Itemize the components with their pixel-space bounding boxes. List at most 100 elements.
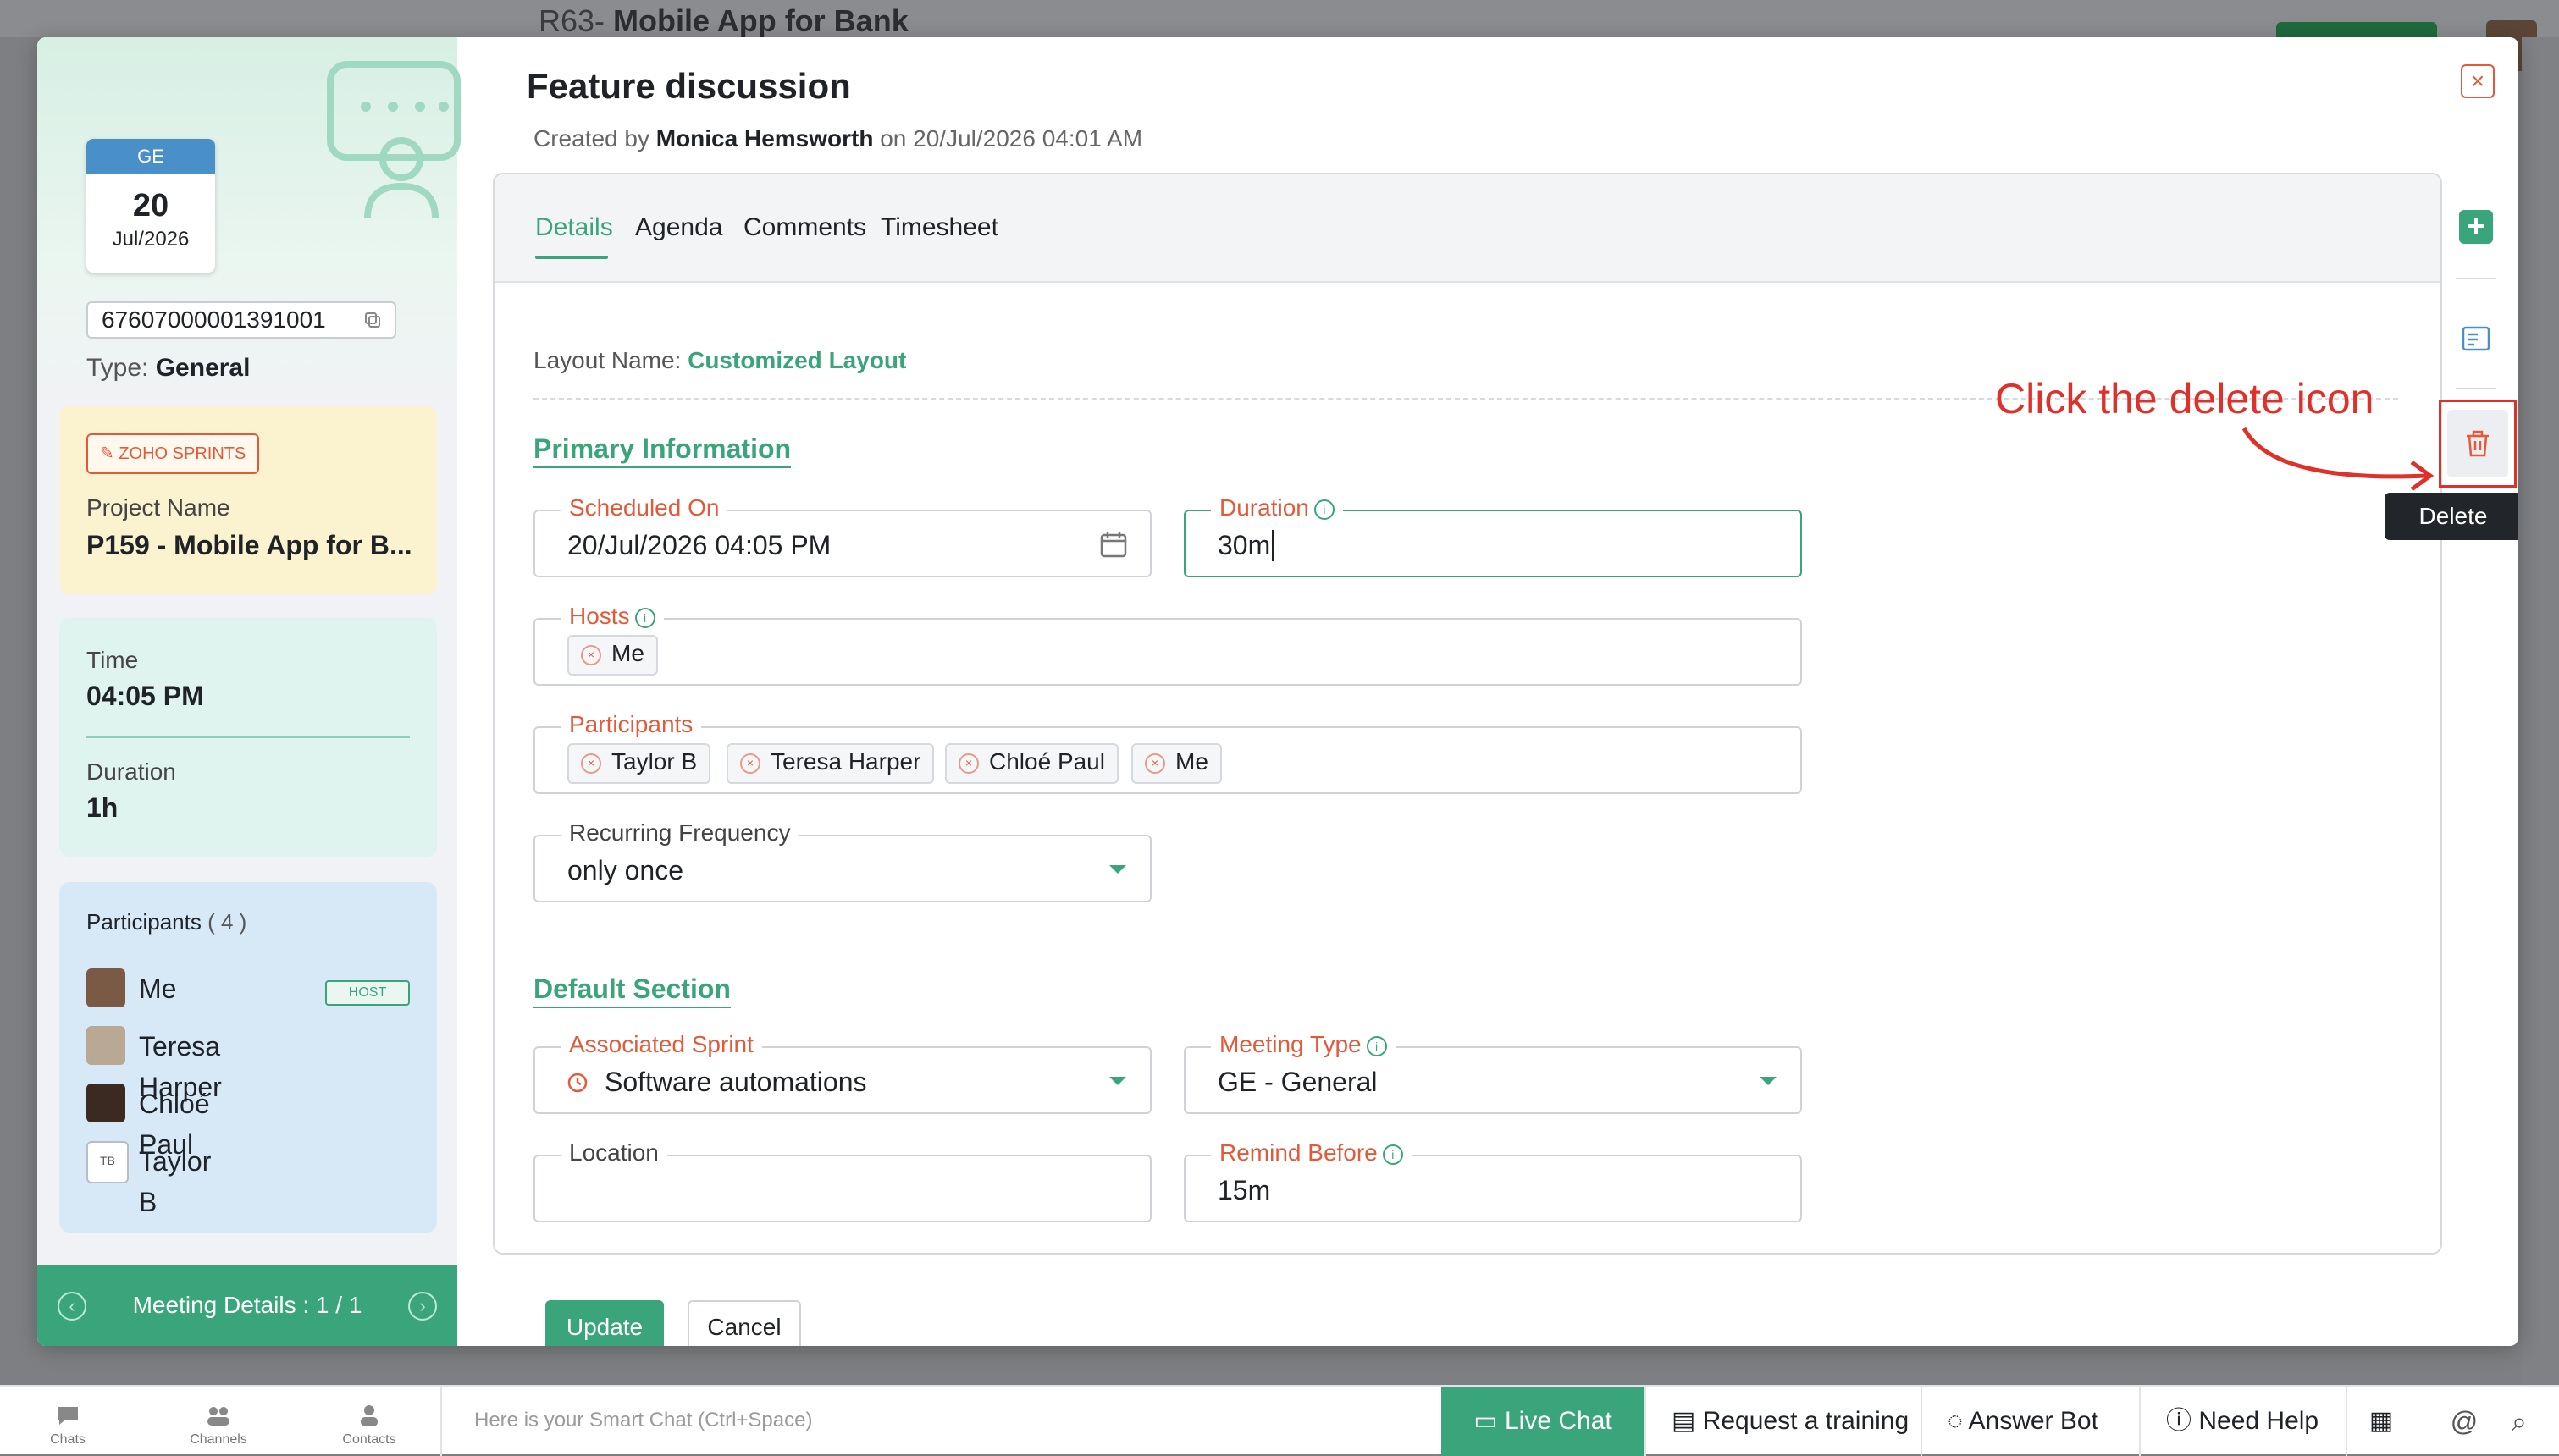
participants-label: Participants [561, 711, 702, 738]
divider [2456, 388, 2496, 389]
divider [440, 1387, 442, 1456]
participants-field[interactable]: Participants × Taylor B × Teresa Harper × C… [533, 711, 1802, 794]
chevron-down-icon [1760, 1077, 1777, 1085]
date-card-month-year: Jul/2026 [112, 228, 190, 251]
bot-icon: ◌ [1948, 1407, 1963, 1435]
recurring-frequency-select[interactable]: Recurring Frequency only once [533, 819, 1152, 902]
meeting-type-label: Meeting Type i [1211, 1031, 1396, 1058]
mention-icon[interactable]: @ [2439, 1387, 2490, 1456]
copy-icon[interactable] [362, 310, 383, 330]
meeting-summary-panel: GE 20 Jul/2026 67607000001391001 Type: G… [37, 37, 461, 1346]
background-right-rail [2522, 37, 2559, 1387]
chevron-down-icon [1109, 865, 1126, 874]
chevron-down-icon [1109, 1077, 1126, 1085]
remove-icon[interactable]: × [581, 753, 601, 774]
hosts-field[interactable]: Hosts i × Me [533, 603, 1802, 686]
tab-bar: Details Agenda Comments Timesheet [495, 174, 2440, 283]
meeting-title: Feature discussion [527, 66, 851, 106]
associated-sprint-label: Associated Sprint [561, 1031, 762, 1058]
info-icon: i [634, 607, 655, 628]
cancel-button[interactable]: Cancel [688, 1300, 801, 1346]
participant-chip[interactable]: × Chloé Paul [945, 743, 1119, 784]
remove-icon[interactable]: × [1145, 753, 1165, 774]
scheduled-on-field[interactable]: Scheduled On 20/Jul/2026 04:05 PM [533, 494, 1152, 577]
chats-button[interactable]: Chats [34, 1404, 102, 1448]
time-label: Time [86, 647, 139, 673]
request-training-button[interactable]: ▤ Request a training [1644, 1387, 1934, 1456]
host-chip[interactable]: × Me [567, 635, 658, 676]
avatar [86, 968, 125, 1007]
duration-input[interactable]: 30m [1218, 530, 1274, 561]
info-icon: i [1366, 1035, 1387, 1056]
divider [2456, 278, 2496, 279]
training-icon: ▤ [1672, 1407, 1696, 1435]
location-field[interactable]: Location [533, 1139, 1152, 1222]
info-icon: i [1313, 499, 1335, 520]
primary-information-heading: Primary Information [533, 433, 792, 468]
annotation-text: Click the delete icon [1995, 375, 2374, 422]
map-icon[interactable]: ▦ [2346, 1387, 2415, 1456]
remove-icon[interactable]: × [581, 645, 601, 665]
recurring-frequency-value: only once [567, 855, 683, 885]
avatar [86, 1084, 125, 1122]
previous-meeting-icon[interactable]: ‹ [58, 1292, 86, 1321]
info-icon: i [1382, 1144, 1403, 1165]
divider [86, 736, 410, 738]
notes-icon[interactable] [2461, 323, 2491, 354]
active-tab-indicator [535, 256, 608, 259]
date-card-day: 20 [132, 188, 169, 223]
tab-agenda[interactable]: Agenda [635, 213, 722, 242]
associated-sprint-value: Software automations [605, 1067, 867, 1097]
avatar: TB [86, 1141, 129, 1183]
tab-details[interactable]: Details [535, 213, 613, 242]
duration-field[interactable]: Duration i 30m [1184, 494, 1802, 577]
duration-value: 1h [86, 792, 119, 823]
search-icon[interactable]: ⌕ [2490, 1387, 2549, 1456]
add-icon[interactable]: + [2459, 210, 2493, 244]
meeting-details-footer: Meeting Details : 1 / 1 [37, 1265, 457, 1346]
remind-before-value[interactable]: 15m [1218, 1175, 1270, 1206]
next-meeting-icon[interactable]: › [408, 1292, 437, 1321]
remind-before-label: Remind Before i [1211, 1139, 1412, 1166]
details-panel: Details Agenda Comments Timesheet Layout… [493, 173, 2442, 1255]
recurring-frequency-label: Recurring Frequency [561, 819, 799, 847]
participant-chip[interactable]: × Teresa Harper [727, 743, 935, 784]
background-page-title: R63- Mobile App for Bank [539, 3, 909, 38]
created-by: Created by Monica Hemsworth on 20/Jul/20… [533, 125, 1143, 152]
need-help-button[interactable]: ⓘ Need Help [2139, 1387, 2344, 1456]
live-chat-button[interactable]: ▭ Live Chat [1441, 1387, 1644, 1456]
channels-button[interactable]: Channels [185, 1404, 252, 1448]
host-badge: HOST [325, 980, 410, 1006]
meeting-type-value: GE - General [1218, 1067, 1378, 1097]
app-header [0, 0, 2559, 37]
close-icon[interactable]: × [2461, 64, 2495, 98]
project-name-value: P159 - Mobile App for B... [86, 530, 412, 560]
meeting-type-select[interactable]: Meeting Type i GE - General [1184, 1031, 1802, 1114]
remind-before-field[interactable]: Remind Before i 15m [1184, 1139, 1802, 1222]
contacts-button[interactable]: Contacts [335, 1404, 403, 1448]
duration-label: Duration [86, 758, 176, 785]
update-button[interactable]: Update [545, 1300, 664, 1346]
smart-chat-input[interactable]: Here is your Smart Chat (Ctrl+Space) [474, 1409, 812, 1432]
date-card-code: GE [86, 139, 215, 174]
calendar-icon[interactable] [1099, 530, 1128, 559]
remove-icon[interactable]: × [959, 753, 979, 774]
answer-bot-button[interactable]: ◌ Answer Bot [1921, 1387, 2124, 1456]
tab-comments[interactable]: Comments [743, 213, 866, 242]
location-label: Location [561, 1139, 667, 1166]
tab-timesheet[interactable]: Timesheet [881, 213, 998, 242]
live-chat-icon: ▭ [1473, 1407, 1498, 1435]
default-section-heading: Default Section [533, 973, 731, 1008]
scheduled-on-label: Scheduled On [561, 494, 728, 521]
delete-highlight-box [2439, 400, 2517, 488]
project-name-label: Project Name [86, 494, 230, 521]
participant-chip[interactable]: × Taylor B [567, 743, 711, 784]
contact-icon [361, 1405, 378, 1426]
duration-label: Duration i [1211, 494, 1343, 521]
layout-name-link[interactable]: Customized Layout [688, 347, 906, 373]
remove-icon[interactable]: × [740, 753, 760, 774]
participant-chip[interactable]: × Me [1131, 743, 1222, 784]
bottom-bar: Chats Channels Contacts Here is your Sma… [0, 1385, 2559, 1456]
associated-sprint-select[interactable]: Associated Sprint Software automations [533, 1031, 1152, 1114]
scheduled-on-value: 20/Jul/2026 04:05 PM [567, 530, 832, 560]
